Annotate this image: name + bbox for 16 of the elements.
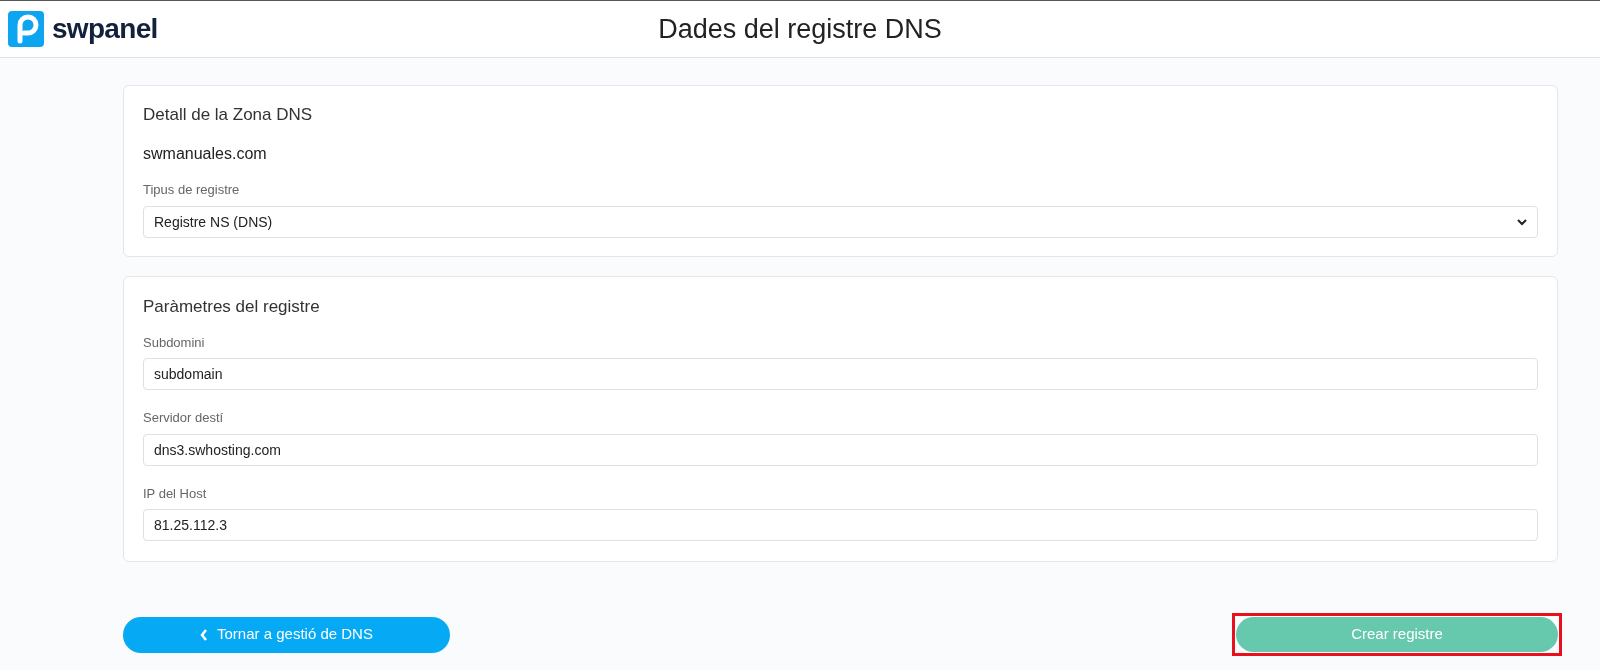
domain-name: swmanuales.com	[143, 143, 268, 164]
field-label: Servidor destí	[143, 409, 225, 427]
page-title: Dades del registre DNS	[658, 12, 942, 46]
card-title: Paràmetres del registre	[143, 296, 321, 318]
field-label: IP del Host	[143, 484, 208, 503]
input-field[interactable]: subdomain	[143, 358, 1538, 390]
chevron-down-icon	[1517, 218, 1527, 226]
input-field[interactable]: dns3.swhosting.com	[143, 433, 1538, 466]
logo-icon	[8, 11, 44, 47]
chevron-left-icon	[200, 628, 209, 641]
record-type-select[interactable]: Registre NS (DNS)	[143, 206, 1538, 238]
logo-text: swpanel	[52, 12, 158, 46]
field-label: Subdomini	[143, 333, 206, 352]
input-field[interactable]: 81.25.112.3	[143, 509, 1538, 541]
card-title: Detall de la Zona DNS	[143, 104, 314, 126]
field-label: Tipus de registre	[143, 180, 241, 199]
